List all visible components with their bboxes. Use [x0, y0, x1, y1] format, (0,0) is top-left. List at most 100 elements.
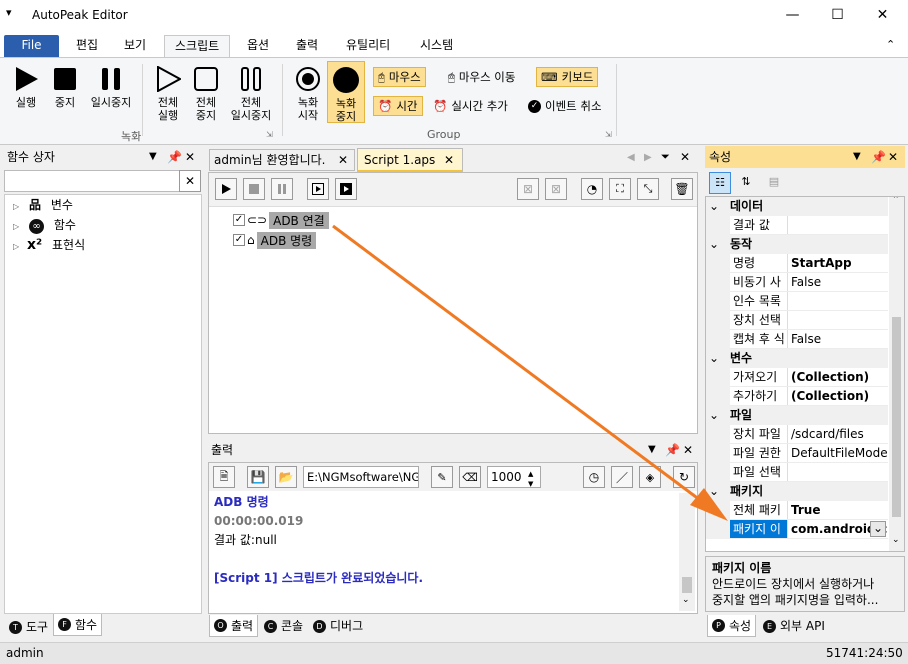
function-search-input[interactable] [4, 170, 180, 192]
tab-scroll-left-icon[interactable]: ◀ [627, 152, 635, 163]
pin-icon[interactable]: 📌 [871, 146, 886, 168]
property-value[interactable]: True [791, 501, 888, 520]
tab-edit[interactable]: 편집 [66, 35, 108, 57]
property-category[interactable]: ⌄ 변수 [706, 349, 888, 368]
property-row[interactable]: 캡쳐 후 식 False [706, 330, 888, 349]
chevron-up-icon[interactable]: ⌃ [892, 197, 900, 205]
max-lines-stepper[interactable]: 1000 ▲ ▼ [487, 466, 541, 488]
bottom-tab-functions[interactable]: F 함수 [53, 614, 103, 636]
close-button[interactable]: ✕ [860, 0, 905, 31]
collapse-button[interactable]: ⤡ [637, 178, 659, 200]
open-folder-button[interactable]: 📂 [275, 466, 297, 488]
alphabetical-sort-button[interactable]: ⇅ [735, 172, 757, 194]
property-row[interactable]: 전체 패키 True [706, 501, 888, 520]
mouse-toggle-button[interactable]: 🖰 마우스 [373, 67, 426, 87]
collapse-icon[interactable]: ⌄ [706, 482, 722, 501]
property-row[interactable]: 장치 파일/sdcard/files [706, 425, 888, 444]
dropdown-icon[interactable]: ▼ [648, 439, 656, 461]
log-path-input[interactable]: E:\NGMsoftware\NG [303, 466, 419, 488]
timestamp-button[interactable]: ◷ [583, 466, 605, 488]
bottom-tab-external-api[interactable]: E 외부 API [759, 615, 829, 637]
record-stop-button[interactable]: 녹화 중지 [327, 61, 365, 123]
close-icon[interactable]: ✕ [338, 150, 348, 170]
tab-welcome[interactable]: admin님 환영합니다. ✕ [209, 149, 355, 171]
tab-options[interactable]: 옵션 [237, 35, 279, 57]
close-icon[interactable]: ✕ [444, 149, 454, 171]
quick-access-dropdown-icon[interactable]: ▾ [6, 6, 12, 19]
collapse-ribbon-icon[interactable]: ⌃ [886, 38, 895, 51]
minimize-button[interactable]: — [770, 0, 815, 31]
categorized-view-button[interactable]: ☷ [709, 172, 731, 194]
property-category[interactable]: ⌄ 패키지 [706, 482, 888, 501]
script-line-adb-command[interactable]: ✓ ⌂ ADB 명령 [233, 231, 317, 249]
tab-output[interactable]: 출력 [286, 35, 328, 57]
dialog-launcher-icon[interactable]: ⇲ [605, 130, 612, 139]
realtime-add-button[interactable]: ⏰ 실시간 추가 [429, 96, 512, 116]
property-value[interactable]: StartApp [791, 254, 888, 273]
refresh-button[interactable]: ↻ [673, 466, 695, 488]
mouse-move-button[interactable]: 🖱 마우스 이동 [444, 67, 519, 87]
property-value[interactable]: (Collection) [791, 368, 888, 387]
run-button[interactable]: 실행 [4, 64, 48, 109]
eraser-button[interactable]: ⌫ [459, 466, 481, 488]
tab-script-1[interactable]: Script 1.aps ✕ [357, 148, 463, 172]
scrollbar-thumb[interactable] [892, 317, 901, 517]
event-cancel-button[interactable]: ✓ 이벤트 취소 [524, 96, 606, 116]
disabled-close-button[interactable]: ⊠ [517, 178, 539, 200]
expand-icon[interactable]: ▷ [13, 242, 19, 251]
disabled-close-all-button[interactable]: ⊠ [545, 178, 567, 200]
clear-search-button[interactable]: ✕ [179, 170, 201, 192]
property-value[interactable]: /sdcard/files [791, 425, 888, 444]
dialog-launcher-icon[interactable]: ⇲ [266, 130, 273, 139]
expand-button[interactable]: ⛶ [609, 178, 631, 200]
clear-style-button[interactable]: ✎ [431, 466, 453, 488]
property-row[interactable]: 파일 권한 DefaultFileMode [706, 444, 888, 463]
brush-button[interactable]: ／ [611, 466, 633, 488]
bottom-tab-debug[interactable]: D 디버그 [309, 615, 367, 637]
keyboard-toggle-button[interactable]: ⌨ 키보드 [536, 67, 599, 87]
close-icon[interactable]: ✕ [683, 439, 693, 461]
fill-button[interactable]: ◈ [639, 466, 661, 488]
property-row[interactable]: 장치 선택 [706, 311, 888, 330]
collapse-icon[interactable]: ⌄ [706, 406, 722, 425]
record-start-button[interactable]: 녹화 시작 [286, 64, 330, 122]
checkbox[interactable]: ✓ [233, 214, 245, 226]
property-row[interactable]: 비동기 사 False [706, 273, 888, 292]
tree-item-function[interactable]: ▷ ∞ 함수 [13, 215, 76, 235]
delete-button[interactable]: 🗑 [671, 178, 693, 200]
property-scrollbar[interactable]: ⌃ ⌄ [889, 197, 904, 551]
tree-item-variable[interactable]: ▷ 品 변수 [13, 195, 73, 215]
pause-button[interactable]: 일시중지 [86, 64, 136, 109]
property-row[interactable]: 결과 값 [706, 216, 888, 235]
chevron-down-icon[interactable]: ⌄ [682, 595, 690, 605]
property-row[interactable]: 인수 목록 [706, 292, 888, 311]
record-button[interactable]: ◔ [581, 178, 603, 200]
pin-icon[interactable]: 📌 [665, 439, 680, 461]
tab-scroll-right-icon[interactable]: ▶ [644, 152, 652, 163]
property-value[interactable]: False [791, 330, 888, 349]
tab-utility[interactable]: 유틸리티 [336, 35, 400, 57]
pin-icon[interactable]: 📌 [167, 146, 182, 168]
property-category[interactable]: ⌄ 데이터 [706, 197, 888, 216]
stop-button[interactable] [243, 178, 265, 200]
property-value[interactable]: (Collection) [791, 387, 888, 406]
chevron-down-icon[interactable]: ⌄ [892, 535, 900, 545]
pause-all-button[interactable]: 전체 일시중지 [226, 64, 276, 122]
property-category[interactable]: ⌄ 동작 [706, 235, 888, 254]
tab-file[interactable]: File [4, 35, 59, 57]
property-row[interactable]: 가져오기 (Collection) [706, 368, 888, 387]
property-row[interactable]: 추가하기 (Collection) [706, 387, 888, 406]
save-log-button[interactable]: 💾 [247, 466, 269, 488]
pause-button[interactable] [271, 178, 293, 200]
close-icon[interactable]: ✕ [680, 150, 690, 164]
script-line-adb-connect[interactable]: ✓ ⊂⊃ ADB 연결 [233, 211, 329, 229]
chevron-down-icon[interactable]: ▼ [528, 474, 533, 494]
bottom-tab-console[interactable]: C 콘솔 [260, 615, 307, 637]
play-button[interactable] [215, 178, 237, 200]
expand-icon[interactable]: ▷ [13, 202, 19, 211]
stop-all-button[interactable]: 전체 중지 [184, 64, 228, 122]
property-value[interactable]: False [791, 273, 888, 292]
tree-item-expression[interactable]: ▷ x² 표현식 [13, 235, 85, 255]
time-toggle-button[interactable]: ⏰ 시간 [373, 96, 423, 116]
tab-view[interactable]: 보기 [114, 35, 156, 57]
